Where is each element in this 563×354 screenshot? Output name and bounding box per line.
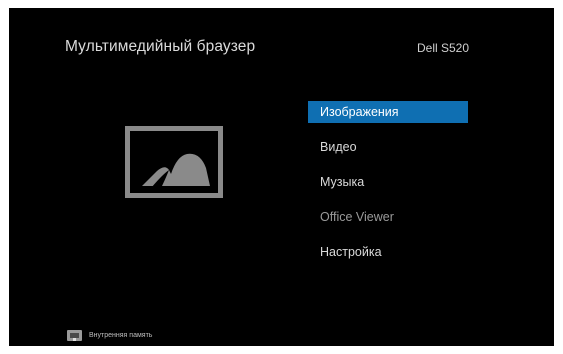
menu-item-settings[interactable]: Настройка [308,241,468,263]
menu-item-video[interactable]: Видео [308,136,468,158]
storage-indicator: Внутренняя память [67,330,152,341]
device-name: Dell S520 [417,41,470,55]
media-browser-screen: Мультимедийный браузер Dell S520 Изображ… [9,8,554,346]
menu-item-office-viewer[interactable]: Office Viewer [308,206,468,228]
main-menu: Изображения Видео Музыка Office Viewer Н… [308,101,468,276]
menu-item-images[interactable]: Изображения [308,101,468,123]
storage-icon [67,330,82,341]
app-title: Мультимедийный браузер [65,38,256,55]
menu-item-music[interactable]: Музыка [308,171,468,193]
image-icon [125,126,223,198]
storage-label: Внутренняя память [89,332,153,339]
